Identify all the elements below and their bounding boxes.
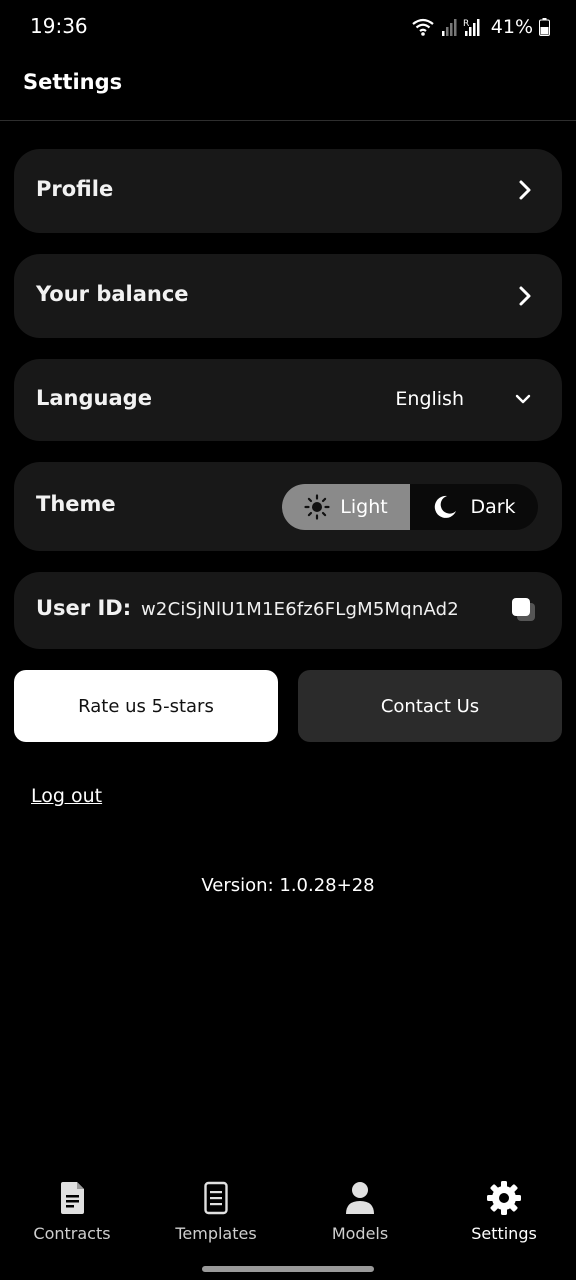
gear-icon: [487, 1181, 521, 1215]
theme-row: Theme Light Dark: [14, 462, 562, 551]
theme-toggle[interactable]: Light Dark: [282, 484, 538, 530]
theme-option-dark[interactable]: Dark: [410, 484, 538, 530]
chevron-down-icon[interactable]: [514, 392, 532, 406]
chevron-right-icon: [519, 286, 531, 306]
balance-row[interactable]: Your balance: [14, 254, 562, 338]
contact-us-button[interactable]: Contact Us: [298, 670, 562, 742]
sun-icon: [304, 494, 330, 520]
status-icons: R 41%: [411, 14, 550, 40]
rate-us-button[interactable]: Rate us 5-stars: [14, 670, 278, 742]
user-id-row: User ID: w2CiSjNlU1M1E6fz6FLgM5MqnAd2: [14, 572, 562, 649]
signal-roaming-icon: R: [463, 19, 480, 36]
page-title: Settings: [23, 70, 123, 94]
theme-option-dark-label: Dark: [470, 496, 516, 518]
contract-document-icon: [61, 1182, 84, 1214]
nav-item-settings[interactable]: Settings: [432, 1180, 576, 1252]
user-id-label: User ID:: [36, 596, 132, 620]
copy-icon[interactable]: [510, 596, 538, 624]
battery-percent: 41%: [490, 16, 533, 38]
nav-label-models: Models: [331, 1224, 389, 1243]
signal-icon: [441, 19, 457, 36]
balance-label: Your balance: [36, 282, 189, 306]
version-text: Version: 1.0.28+28: [201, 875, 375, 896]
theme-option-light-label: Light: [340, 496, 388, 518]
profile-label: Profile: [36, 177, 114, 201]
template-document-icon: [204, 1181, 228, 1215]
wifi-icon: [412, 18, 434, 36]
profile-row[interactable]: Profile: [14, 149, 562, 233]
logout-link[interactable]: Log out: [31, 785, 102, 807]
language-label: Language: [36, 386, 152, 410]
theme-label: Theme: [36, 492, 116, 516]
status-time: 19:36: [30, 14, 88, 38]
nav-item-models[interactable]: Models: [288, 1180, 432, 1252]
header: Settings: [0, 54, 576, 121]
nav-label-settings: Settings: [471, 1224, 537, 1243]
nav-label-contracts: Contracts: [33, 1224, 111, 1243]
person-icon: [346, 1182, 374, 1214]
nav-label-templates: Templates: [175, 1224, 257, 1243]
nav-item-templates[interactable]: Templates: [144, 1180, 288, 1252]
battery-icon: [539, 18, 550, 36]
theme-option-light[interactable]: Light: [282, 484, 410, 530]
moon-icon: [435, 495, 457, 518]
status-bar: 19:36 R 41%: [0, 0, 576, 54]
svg-text:R: R: [463, 19, 469, 29]
language-row[interactable]: Language English: [14, 359, 562, 441]
home-indicator[interactable]: [202, 1266, 374, 1272]
nav-item-contracts[interactable]: Contracts: [0, 1180, 144, 1252]
user-id-value: w2CiSjNlU1M1E6fz6FLgM5MqnAd2: [141, 599, 459, 620]
bottom-nav: Contracts Templates Models Settings: [0, 1180, 576, 1260]
chevron-right-icon: [519, 180, 531, 200]
language-select[interactable]: English: [395, 388, 464, 410]
